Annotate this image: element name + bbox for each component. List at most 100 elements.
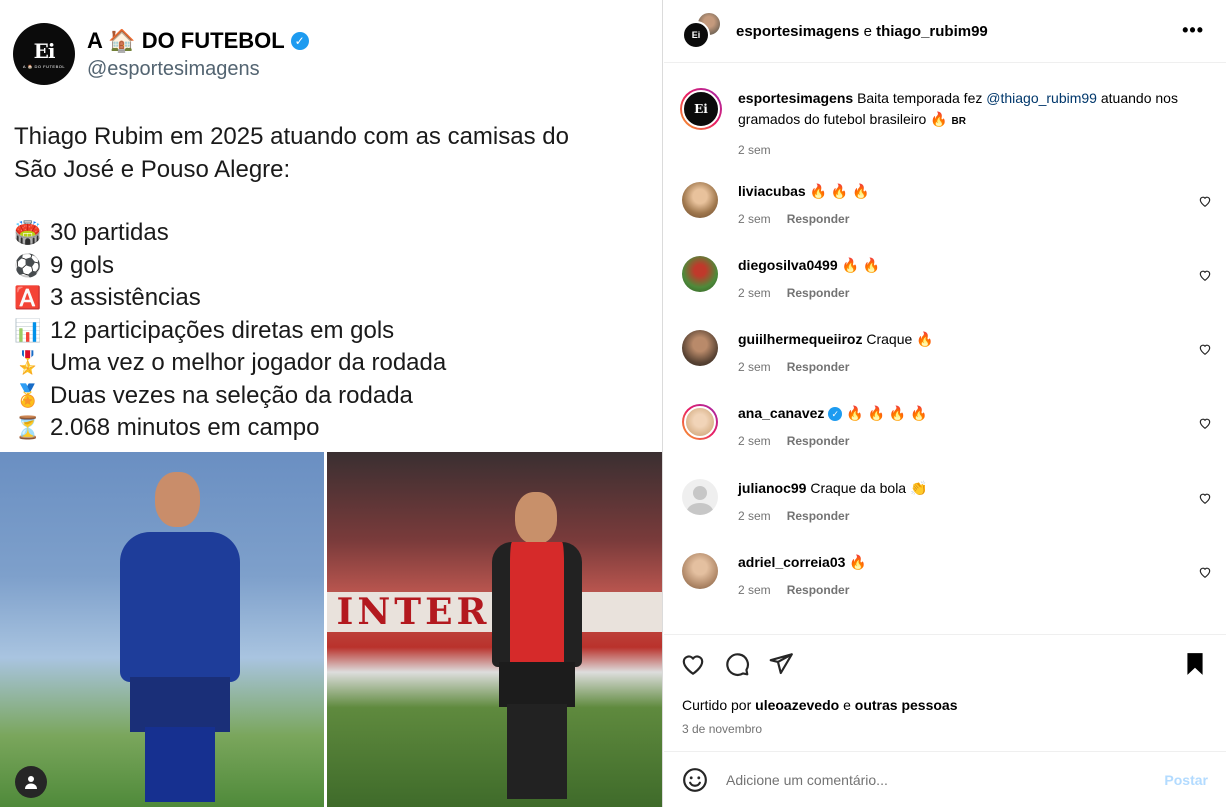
player-figure [110,472,250,802]
stat-team-of-round: 🏅 Duas vezes na seleção da rodada [14,380,446,413]
comment-text: 🔥 🔥 🔥 [809,183,870,199]
post-date[interactable]: 3 de novembro [682,722,762,736]
military-medal-icon: 🎖️ [14,350,42,375]
reply-button[interactable]: Responder [787,284,850,302]
comments-list[interactable]: Ei esportesimagens Baita temporada fez @… [664,64,1226,634]
like-comment-heart-icon[interactable] [1198,194,1212,208]
comment-bubble-icon[interactable] [724,651,750,677]
photo-sao-jose-player [0,452,324,807]
caption-username[interactable]: esportesimagens [738,90,853,106]
post-comment-button[interactable]: Postar [1164,772,1208,788]
comment-item: guiilhermequeiiroz Craque 🔥 2 sem Respond… [682,330,1212,376]
tweet-name-row: A 🏠 DO FUTEBOL ✓ [87,28,309,54]
tweet-avatar: Ei A 🏠 DO FUTEBOL [13,23,75,85]
stat-assists: 🅰️ 3 assistências [14,282,446,315]
avatar[interactable]: Ei [682,21,710,49]
comment-username[interactable]: ana_canavez [738,405,824,421]
tweet-stats-list: 🏟️ 30 partidas ⚽ 9 gols 🅰️ 3 assistências 📊… [14,217,446,445]
like-comment-heart-icon[interactable] [1198,565,1212,579]
caption-mention[interactable]: @thiago_rubim99 [986,90,1097,106]
stadium-icon: 🏟️ [14,220,42,245]
stat-participations: 📊 12 participações diretas em gols [14,315,446,348]
comment-text: 🔥 🔥 [841,257,881,273]
tweet-handle: @esportesimagens [87,57,260,80]
stat-text: 2.068 minutos em campo [50,414,320,441]
photo-pouso-alegre-player: INTER [326,452,662,807]
like-heart-icon[interactable] [680,651,706,677]
comment-time[interactable]: 2 sem [738,507,771,525]
comment-username[interactable]: adriel_correia03 [738,554,845,570]
post-image[interactable]: Ei A 🏠 DO FUTEBOL A 🏠 DO FUTEBOL ✓ @espo… [0,0,663,807]
post-header: Ei esportesimagens e thiago_rubim99 ••• [664,0,1226,63]
reply-button[interactable]: Responder [787,581,850,599]
avatar[interactable]: Ei [680,88,722,130]
verified-badge-icon: ✓ [290,31,309,50]
author-username[interactable]: thiago_rubim99 [876,23,988,40]
avatar[interactable] [682,182,718,218]
default-avatar-icon[interactable] [682,479,718,515]
verified-badge-icon: ✓ [828,407,843,422]
reply-button[interactable]: Responder [787,507,850,525]
stat-matches: 🏟️ 30 partidas [14,217,446,250]
add-comment-bar: Adicione um comentário... Postar [664,751,1226,807]
tweet-avatar-logo: Ei [33,39,56,63]
collab-avatars[interactable]: Ei [682,11,722,51]
comment-item: ana_canavez ✓ 🔥 🔥 🔥 🔥 2 sem Responder [682,404,1212,450]
stat-best-player: 🎖️ Uma vez o melhor jogador da rodada [14,347,446,380]
avatar[interactable] [682,256,718,292]
comment-time[interactable]: 2 sem [738,358,771,376]
soccer-ball-icon: ⚽ [14,252,42,278]
comment-username[interactable]: guiilhermequeiiroz [738,331,862,347]
comment-text: 🔥 [849,554,867,570]
comment-time[interactable]: 2 sem [738,210,771,228]
bar-chart-icon: 📊 [14,317,42,343]
comment-time[interactable]: 2 sem [738,581,771,599]
caption-time[interactable]: 2 sem [738,140,771,161]
share-send-icon[interactable] [768,651,794,677]
comment-text: Craque da bola 👏 [810,480,928,496]
author-connector: e [863,22,872,40]
letter-a-icon: 🅰️ [14,285,42,310]
more-options-icon[interactable]: ••• [1182,20,1204,41]
likes-summary: Curtido por uleoazevedo e outras pessoas [682,697,957,713]
comment-item: diegosilva0499 🔥 🔥 2 sem Responder [682,256,1212,302]
reply-button[interactable]: Responder [787,358,850,376]
post-caption: Ei esportesimagens Baita temporada fez @… [680,88,1208,161]
comment-time[interactable]: 2 sem [738,284,771,302]
comment-username[interactable]: diegosilva0499 [738,257,838,273]
like-comment-heart-icon[interactable] [1198,268,1212,282]
reply-button[interactable]: Responder [787,432,850,450]
like-comment-heart-icon[interactable] [1198,342,1212,356]
comment-input[interactable]: Adicione um comentário... [726,772,1164,788]
like-comment-heart-icon[interactable] [1198,491,1212,505]
comment-username[interactable]: liviacubas [738,183,806,199]
emoji-smile-icon[interactable] [682,767,708,793]
stat-text: 3 assistências [50,284,201,311]
post-authors: esportesimagens e thiago_rubim99 [736,23,988,40]
stat-text: Uma vez o melhor jogador da rodada [50,349,447,376]
comment-text: Craque 🔥 [866,331,934,347]
reply-button[interactable]: Responder [787,210,850,228]
comment-item: adriel_correia03 🔥 2 sem Responder [682,553,1212,599]
avatar[interactable] [682,553,718,589]
stat-minutes: ⏳ 2.068 minutos em campo [14,412,446,445]
bookmark-icon[interactable] [1182,651,1208,677]
post-details-panel: Ei esportesimagens e thiago_rubim99 ••• … [664,0,1226,807]
comment-username[interactable]: julianoc99 [738,480,806,496]
likes-connector: e [843,697,851,713]
stat-goals: ⚽ 9 gols [14,250,446,283]
avatar[interactable] [682,404,718,440]
author-username[interactable]: esportesimagens [736,23,859,40]
tweet-display-name: A 🏠 DO FUTEBOL [87,27,285,53]
tagged-users-icon[interactable] [15,766,47,798]
likes-user[interactable]: uleoazevedo [755,697,839,713]
avatar[interactable] [682,330,718,366]
comment-time[interactable]: 2 sem [738,432,771,450]
medal-icon: 🏅 [14,382,42,408]
like-comment-heart-icon[interactable] [1198,416,1212,430]
tweet-text-line: São José e Pouso Alegre: [14,156,291,183]
tweet-photos: INTER [0,452,662,807]
caption-text: Baita temporada fez [857,90,983,106]
likes-others-link[interactable]: outras pessoas [855,697,958,713]
hourglass-icon: ⏳ [14,415,42,440]
